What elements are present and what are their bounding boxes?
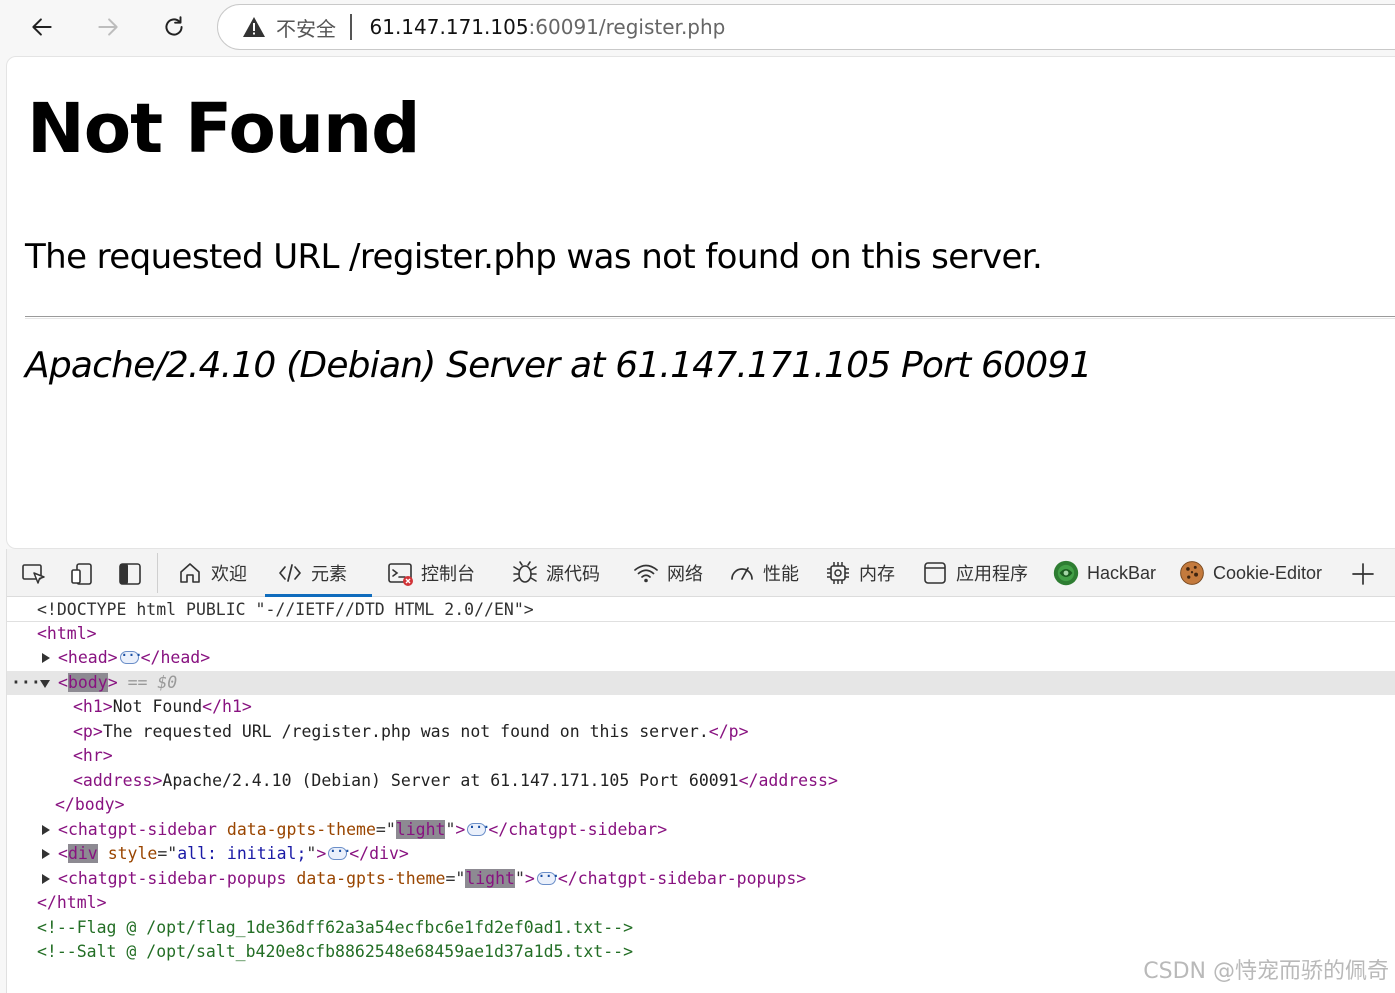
wifi-icon xyxy=(634,564,658,583)
address-divider xyxy=(350,14,352,40)
attr-value: light xyxy=(395,820,446,839)
inspect-element-icon[interactable] xyxy=(21,561,47,587)
comment-salt-text: <!--Salt @ /opt/salt_b420e8cfb8862548e68… xyxy=(37,942,634,961)
comment-flag-text: <!--Flag @ /opt/flag_1de36dff62a3a54ecfb… xyxy=(37,918,634,937)
dom-node-chatgpt-sidebar-popups[interactable]: <chatgpt-sidebar-popups data-gpts-theme=… xyxy=(7,867,1395,891)
popups-close-tag-name: chatgpt-sidebar-popups xyxy=(577,869,797,888)
tab-welcome[interactable]: 欢迎 xyxy=(177,549,247,597)
device-emulation-icon[interactable] xyxy=(69,561,95,587)
horizontal-rule xyxy=(25,316,1395,319)
browser-toolbar: 不安全 61.147.171.105:60091/register.php xyxy=(0,0,1395,56)
sidebar-close-tag-name: chatgpt-sidebar xyxy=(508,820,658,839)
dom-node-html-close[interactable]: </html> xyxy=(7,891,1395,915)
doctype-text: <!DOCTYPE html PUBLIC "-//IETF//DTD HTML… xyxy=(37,600,534,619)
server-signature: Apache/2.4.10 (Debian) Server at 61.147.… xyxy=(25,345,1092,386)
sidebar-tag-name: chatgpt-sidebar xyxy=(67,820,217,839)
dock-sidebar-icon[interactable] xyxy=(117,561,143,587)
arrow-right-icon xyxy=(98,18,118,36)
tab-sources[interactable]: 源代码 xyxy=(512,549,600,597)
attr-value: light xyxy=(465,869,515,888)
tab-label: 欢迎 xyxy=(211,564,247,585)
dom-node-doctype[interactable]: <!DOCTYPE html PUBLIC "-//IETF//DTD HTML… xyxy=(7,598,1395,622)
collapsed-ellipsis-icon[interactable]: ··· xyxy=(536,870,560,885)
security-status-label[interactable]: 不安全 xyxy=(276,13,336,42)
attr-name: data-gpts-theme xyxy=(226,820,376,839)
tabbar-divider xyxy=(157,553,158,593)
cookie-icon xyxy=(1180,561,1204,585)
tab-label: HackBar xyxy=(1087,562,1157,583)
div-style-value: all: initial; xyxy=(177,844,307,863)
console-icon xyxy=(388,563,413,586)
reload-button[interactable] xyxy=(153,6,195,48)
address-bar[interactable]: 不安全 61.147.171.105:60091/register.php xyxy=(217,4,1395,50)
dom-node-body-close[interactable]: </body> xyxy=(7,793,1395,817)
watermark: CSDN @恃宠而骄的佩奇 xyxy=(1143,959,1389,984)
tab-label: 源代码 xyxy=(546,564,600,585)
tab-network[interactable]: 网络 xyxy=(633,549,703,597)
collapse-triangle-icon[interactable] xyxy=(40,680,50,688)
add-tab-icon[interactable] xyxy=(1350,561,1376,587)
tab-label: 网络 xyxy=(667,564,703,585)
collapsed-ellipsis-icon[interactable]: ··· xyxy=(119,649,142,664)
more-actions-icon[interactable]: ··· xyxy=(11,671,41,695)
tab-memory[interactable]: 内存 xyxy=(825,549,895,597)
chip-icon xyxy=(827,562,849,584)
dom-node-chatgpt-sidebar[interactable]: <chatgpt-sidebar data-gpts-theme="light"… xyxy=(7,818,1395,842)
dom-node-html[interactable]: <html> xyxy=(7,622,1395,646)
tab-hackbar[interactable]: HackBar xyxy=(1053,549,1156,597)
arrow-left-icon xyxy=(32,18,52,36)
hackbar-logo xyxy=(1053,560,1079,586)
reload-icon xyxy=(165,16,183,36)
home-icon xyxy=(180,563,200,583)
collapsed-ellipsis-icon[interactable]: ··· xyxy=(328,845,351,860)
dom-node-head[interactable]: <head> ···</head> xyxy=(7,646,1395,670)
tab-label: 控制台 xyxy=(421,564,475,585)
forward-button[interactable] xyxy=(87,6,129,48)
warning-icon xyxy=(243,17,265,37)
address-text: Apache/2.4.10 (Debian) Server at 61.147.… xyxy=(162,771,739,790)
p-text: The requested URL /register.php was not … xyxy=(102,722,709,741)
devtools-panel: 欢迎 元素 控制台 源代码 网络 性能 内存 应用程序 HackBar Cook… xyxy=(6,549,1395,993)
dom-node-div[interactable]: <div style="all: initial;"> ···</div> xyxy=(7,842,1395,866)
tab-console[interactable]: 控制台 xyxy=(387,549,475,597)
selected-marker: == $0 xyxy=(127,673,178,692)
dom-node-hr[interactable]: <hr> xyxy=(7,744,1395,768)
back-button[interactable] xyxy=(21,6,63,48)
expand-triangle-icon[interactable] xyxy=(42,874,50,884)
dom-node-comment-flag[interactable]: <!--Flag @ /opt/flag_1de36dff62a3a54ecfb… xyxy=(7,916,1395,940)
dom-node-p[interactable]: <p>The requested URL /register.php was n… xyxy=(7,720,1395,744)
tab-elements[interactable]: 元素 xyxy=(265,549,372,597)
tab-label: 元素 xyxy=(311,564,347,585)
tab-label: 性能 xyxy=(763,564,799,585)
dom-node-body[interactable]: ··· <body> == $0 xyxy=(7,671,1395,695)
gauge-icon xyxy=(731,567,753,580)
app-window-icon xyxy=(924,562,946,584)
tab-cookie-editor[interactable]: Cookie-Editor xyxy=(1179,549,1322,597)
url-host: 61.147.171.105 xyxy=(369,15,529,39)
code-brackets-icon xyxy=(279,564,301,582)
page-viewport: Not Found The requested URL /register.ph… xyxy=(6,56,1395,549)
devtools-tabbar: 欢迎 元素 控制台 源代码 网络 性能 内存 应用程序 HackBar Cook… xyxy=(7,549,1395,597)
page-heading: Not Found xyxy=(27,89,421,169)
popups-tag-name: chatgpt-sidebar-popups xyxy=(67,869,287,888)
collapsed-ellipsis-icon[interactable]: ··· xyxy=(467,821,490,836)
expand-triangle-icon[interactable] xyxy=(42,849,50,859)
dom-node-h1[interactable]: <h1>Not Found</h1> xyxy=(7,695,1395,719)
bug-icon xyxy=(513,561,537,583)
tab-application[interactable]: 应用程序 xyxy=(922,549,1028,597)
tab-label: 应用程序 xyxy=(956,564,1028,585)
tab-label: 内存 xyxy=(859,564,895,585)
dom-node-address[interactable]: <address>Apache/2.4.10 (Debian) Server a… xyxy=(7,769,1395,793)
page-message: The requested URL /register.php was not … xyxy=(25,237,1043,277)
expand-triangle-icon[interactable] xyxy=(42,825,50,835)
url-path: :60091/register.php xyxy=(528,15,726,39)
h1-text: Not Found xyxy=(112,697,203,716)
tab-label: Cookie-Editor xyxy=(1213,562,1323,583)
attr-name: data-gpts-theme xyxy=(296,869,446,888)
expand-triangle-icon[interactable] xyxy=(42,653,50,663)
tab-performance[interactable]: 性能 xyxy=(729,549,799,597)
